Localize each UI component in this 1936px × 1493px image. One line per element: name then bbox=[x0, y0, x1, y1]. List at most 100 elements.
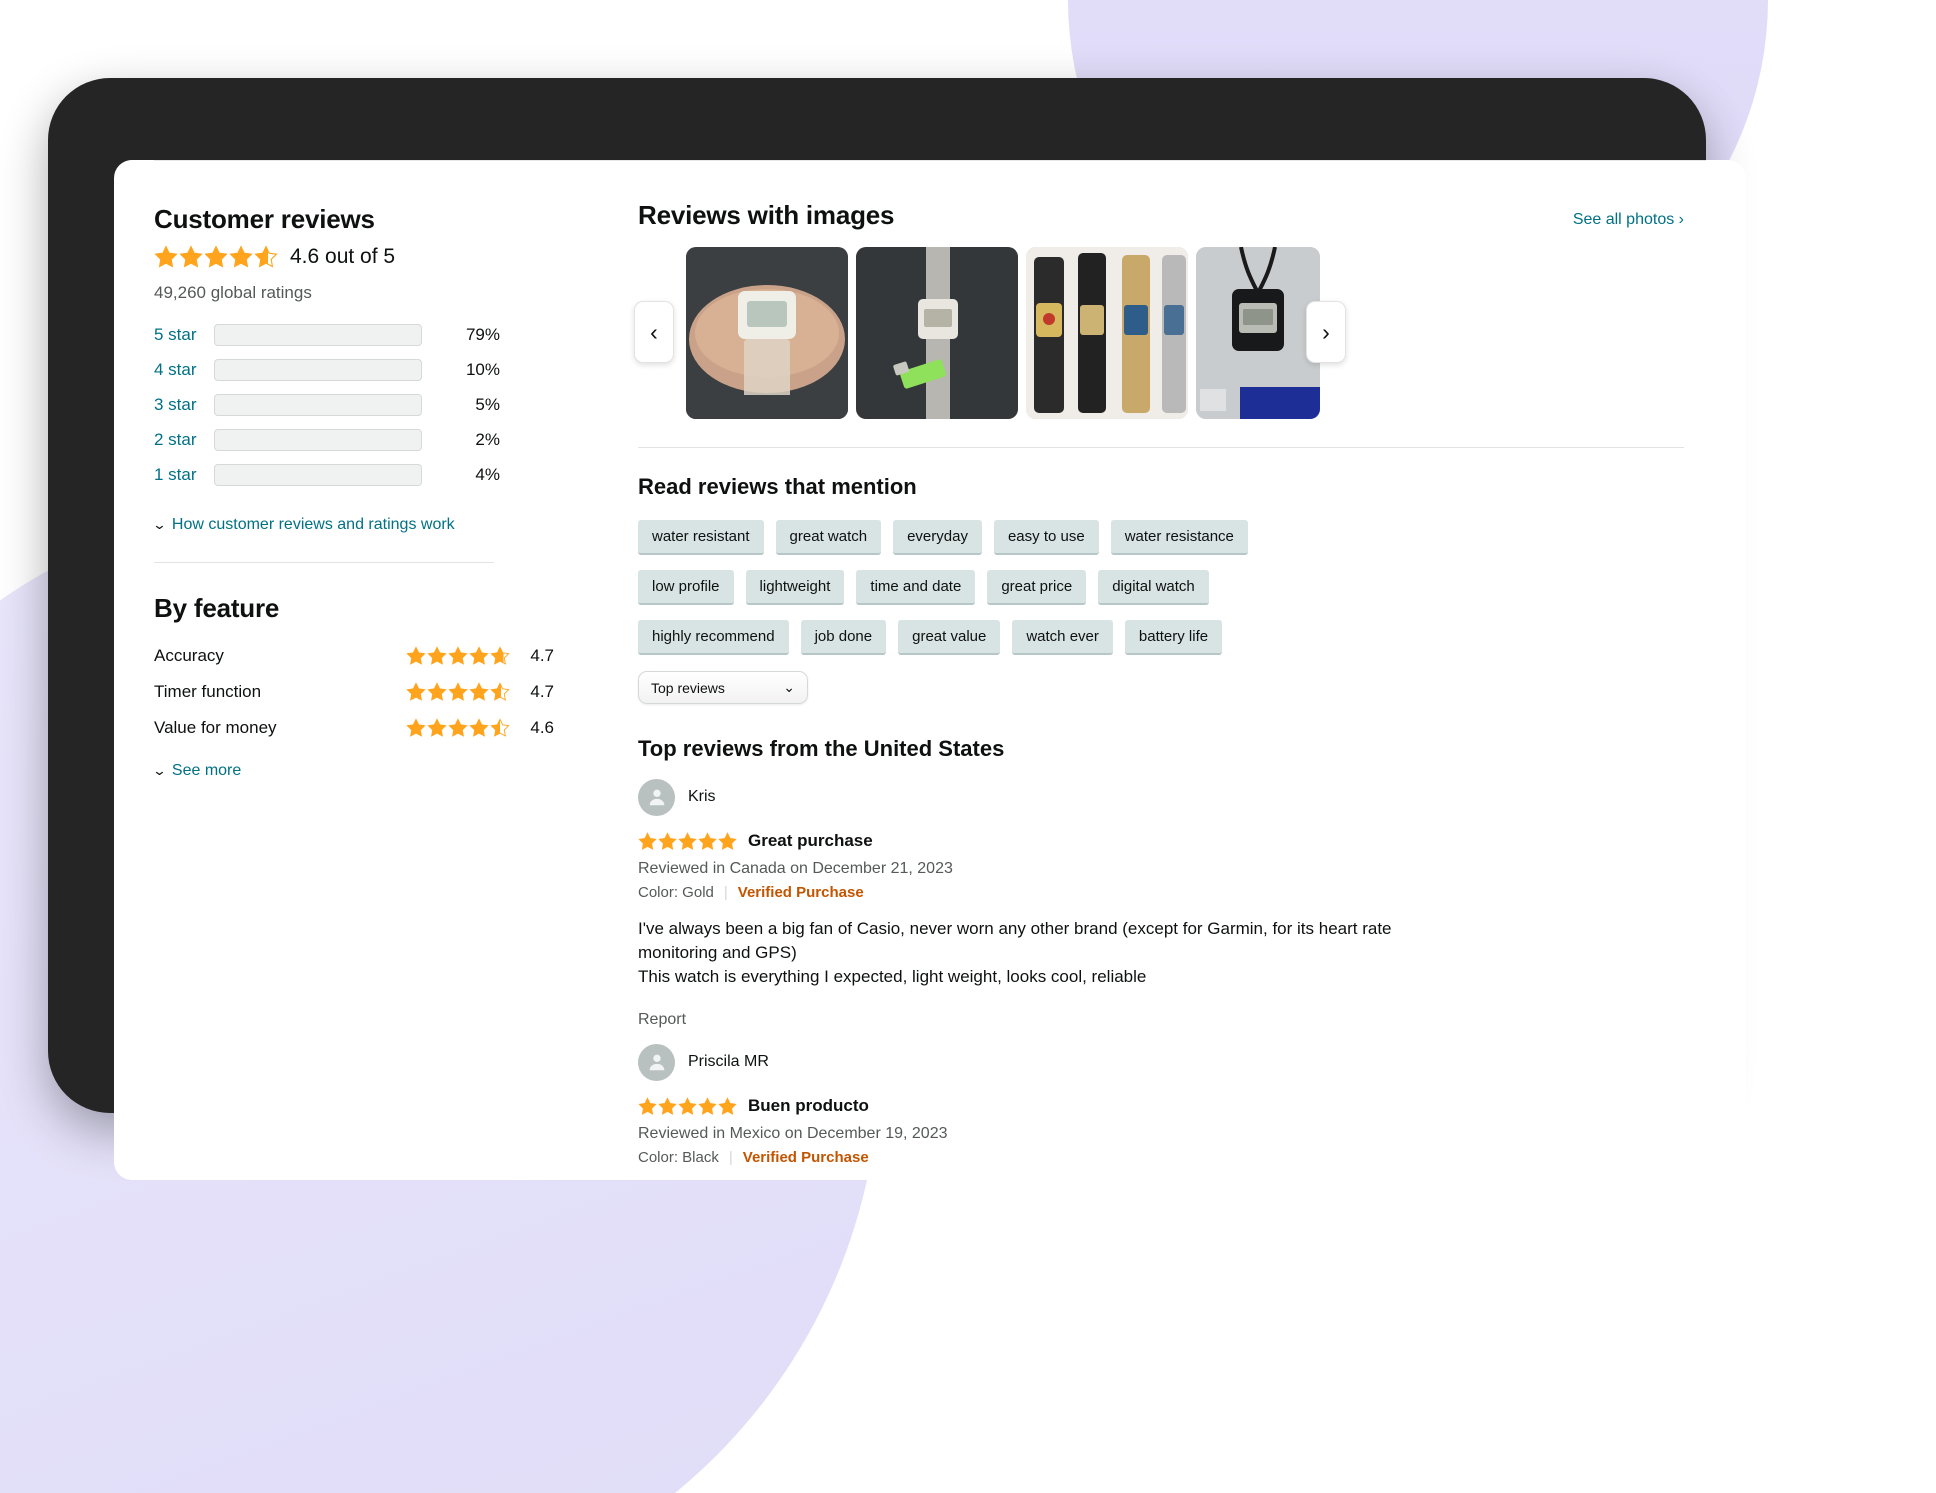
mention-chip[interactable]: great value bbox=[898, 620, 1001, 655]
histogram-star-label[interactable]: 2 star bbox=[154, 430, 214, 450]
photo-four-watches-row bbox=[1026, 247, 1188, 419]
how-reviews-work-link[interactable]: ⌄ How customer reviews and ratings work bbox=[152, 516, 554, 534]
review-meta: Reviewed in Mexico on December 19, 2023 bbox=[638, 1125, 948, 1143]
photo-black-watch-hanging bbox=[1196, 247, 1320, 419]
review-item: Priscila MR Buen producto Reviewed in Mexi… bbox=[638, 1041, 1706, 1180]
mention-chip[interactable]: digital watch bbox=[1098, 570, 1209, 605]
histogram-row[interactable]: 2 star 2% bbox=[154, 422, 554, 457]
mention-chip[interactable]: job done bbox=[800, 620, 887, 655]
star-icon bbox=[678, 831, 697, 850]
review-color-row: Color: Gold | Verified Purchase bbox=[638, 884, 1706, 901]
mention-chip[interactable]: great watch bbox=[775, 520, 882, 555]
histogram-percent[interactable]: 4% bbox=[444, 465, 500, 485]
review-author-name[interactable]: Priscila MR bbox=[688, 1053, 769, 1071]
star-icon bbox=[406, 646, 426, 665]
device-bezel: Customer reviews 4.6 out of 5 49,260 glo… bbox=[48, 78, 1746, 1180]
page-title: Customer reviews bbox=[154, 204, 375, 234]
chevron-down-icon: ⌄ bbox=[783, 679, 795, 695]
mention-chip[interactable]: lightweight bbox=[745, 570, 845, 605]
feature-score: 4.6 bbox=[530, 718, 554, 737]
star-icon bbox=[638, 831, 657, 850]
carousel-next-button[interactable]: › bbox=[1306, 301, 1346, 363]
star-icon bbox=[406, 682, 426, 701]
review-body-line: I've always been a big fan of Casio, nev… bbox=[638, 919, 1392, 963]
feature-rating-stars[interactable] bbox=[406, 718, 510, 738]
star-icon bbox=[658, 831, 677, 850]
see-all-photos-link[interactable]: See all photos › bbox=[1573, 211, 1684, 229]
star-icon bbox=[469, 646, 489, 665]
carousel-prev-button[interactable]: ‹ bbox=[634, 301, 674, 363]
mention-chip[interactable]: water resistant bbox=[638, 520, 764, 555]
star-icon bbox=[427, 646, 447, 665]
review-color[interactable]: Color: Black bbox=[638, 1149, 719, 1166]
histogram-percent[interactable]: 79% bbox=[444, 325, 500, 345]
review-rating-stars[interactable] bbox=[638, 1097, 737, 1116]
mention-chip-row: water resistant great watch everyday easy t… bbox=[638, 520, 1258, 555]
star-icon bbox=[406, 718, 426, 737]
histogram-bar-track[interactable] bbox=[214, 428, 422, 451]
mention-chip[interactable]: watch ever bbox=[1012, 620, 1113, 655]
histogram-row[interactable]: 5 star 79% bbox=[154, 317, 554, 352]
photo-clear-watch-usb bbox=[856, 247, 1018, 419]
histogram-row[interactable]: 3 star 5% bbox=[154, 387, 554, 422]
review-rating-stars[interactable] bbox=[638, 831, 737, 851]
feature-rating-stars[interactable] bbox=[406, 682, 510, 702]
mention-chip[interactable]: battery life bbox=[1124, 620, 1223, 655]
feature-score: 4.7 bbox=[530, 646, 554, 665]
mention-chip-row: low profile lightweight time and date great… bbox=[638, 570, 1258, 605]
review-photo-thumbnail[interactable] bbox=[686, 247, 848, 419]
chevron-left-icon: ‹ bbox=[650, 318, 658, 345]
mention-chip[interactable]: everyday bbox=[893, 520, 982, 555]
histogram-star-label[interactable]: 4 star bbox=[154, 360, 214, 380]
histogram-bar-track[interactable] bbox=[214, 463, 422, 486]
review-photo-thumbnail[interactable] bbox=[1026, 247, 1188, 419]
review-item: Kris Great purchase Reviewed in Canada on … bbox=[638, 776, 1706, 1029]
panel-divider bbox=[154, 562, 494, 563]
histogram-bar-track[interactable] bbox=[214, 323, 422, 346]
histogram-bar-track[interactable] bbox=[214, 358, 422, 381]
mention-chip[interactable]: highly recommend bbox=[638, 620, 789, 655]
mention-chip[interactable]: great price bbox=[987, 570, 1087, 605]
mention-chip[interactable]: time and date bbox=[856, 570, 976, 605]
see-more-features-link[interactable]: ⌄ See more bbox=[152, 762, 554, 780]
by-feature-list: Accuracy 4.7 Timer function 4.7 Value for mo… bbox=[154, 638, 554, 746]
overall-rating-stars[interactable] bbox=[154, 245, 278, 269]
review-photo-thumbnail[interactable] bbox=[856, 247, 1018, 419]
star-icon bbox=[698, 831, 717, 850]
histogram-row[interactable]: 1 star 4% bbox=[154, 457, 554, 492]
overall-rating-row: 4.6 out of 5 bbox=[154, 245, 554, 269]
histogram-percent[interactable]: 10% bbox=[444, 360, 500, 380]
person-icon bbox=[649, 789, 664, 806]
reviews-main-panel: Reviews with images See all photos › ‹ ›… bbox=[554, 186, 1706, 1180]
review-photo-thumbnail[interactable] bbox=[1196, 247, 1320, 419]
review-title[interactable]: Great purchase bbox=[748, 831, 873, 851]
mention-chip-list: water resistant great watch everyday easy t… bbox=[638, 520, 1258, 655]
chevron-down-icon: ⌄ bbox=[152, 763, 167, 778]
histogram-star-label[interactable]: 3 star bbox=[154, 395, 214, 415]
histogram-row[interactable]: 4 star 10% bbox=[154, 352, 554, 387]
by-feature-title: By feature bbox=[154, 593, 280, 623]
histogram-percent[interactable]: 5% bbox=[444, 395, 500, 415]
review-meta: Reviewed in Canada on December 21, 2023 bbox=[638, 860, 953, 877]
scene-backdrop: Customer reviews 4.6 out of 5 49,260 glo… bbox=[0, 0, 1936, 1493]
feature-score: 4.7 bbox=[530, 682, 554, 701]
mention-chip[interactable]: easy to use bbox=[993, 520, 1099, 555]
review-title[interactable]: Buen producto bbox=[748, 1096, 869, 1116]
star-icon bbox=[448, 682, 468, 701]
review-author-row: Priscila MR bbox=[638, 1041, 1706, 1083]
chevron-right-icon: › bbox=[1322, 318, 1330, 345]
report-link[interactable]: Report bbox=[638, 1011, 1706, 1029]
feature-rating-stars[interactable] bbox=[406, 646, 510, 666]
review-author-name[interactable]: Kris bbox=[688, 788, 716, 806]
sort-reviews-select[interactable]: Top reviews ⌄ bbox=[638, 671, 808, 704]
histogram-bar-track[interactable] bbox=[214, 393, 422, 416]
histogram-star-label[interactable]: 5 star bbox=[154, 325, 214, 345]
person-icon bbox=[649, 1055, 664, 1071]
mention-chip[interactable]: water resistance bbox=[1110, 520, 1248, 555]
star-icon bbox=[490, 682, 510, 701]
review-color[interactable]: Color: Gold bbox=[638, 884, 714, 901]
histogram-percent[interactable]: 2% bbox=[444, 430, 500, 450]
histogram-star-label[interactable]: 1 star bbox=[154, 465, 214, 485]
star-icon bbox=[179, 245, 203, 268]
mention-chip[interactable]: low profile bbox=[638, 570, 734, 605]
